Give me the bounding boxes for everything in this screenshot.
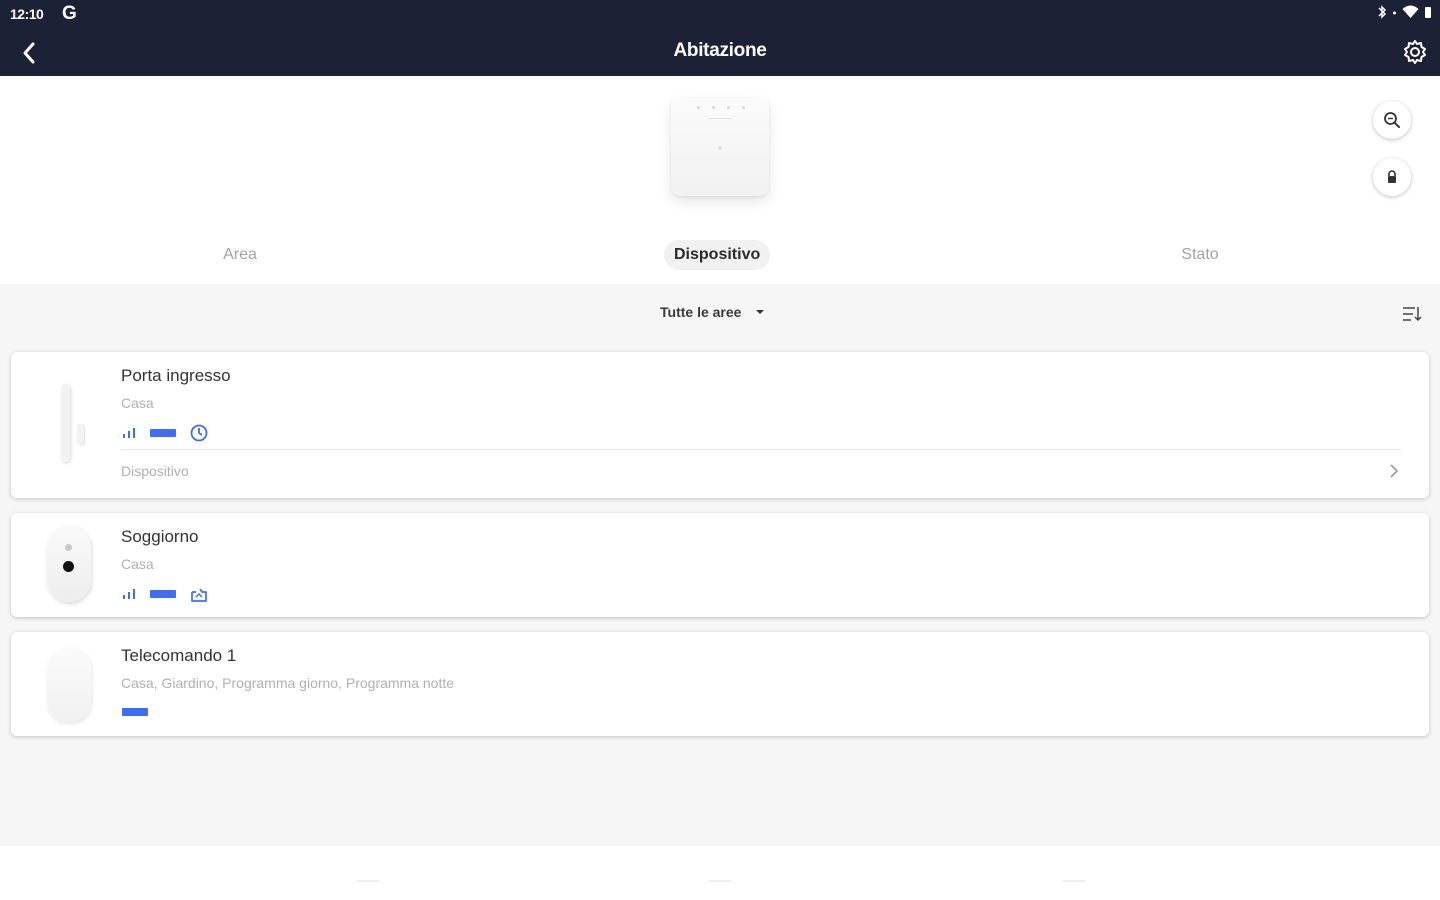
device-card[interactable]: Porta ingresso Casa Dispositivo [11, 352, 1429, 498]
battery-level-icon [150, 590, 176, 598]
dropdown-arrow-icon [756, 310, 765, 314]
status-time: 12:10 [10, 6, 44, 22]
sort-list-icon [1403, 307, 1422, 322]
hub-header [0, 76, 1440, 226]
door-sensor-image [49, 384, 89, 464]
sync-dot-icon [1393, 11, 1396, 15]
device-areas: Casa, Giardino, Programma giorno, Progra… [121, 675, 455, 691]
device-type-link[interactable]: Dispositivo [121, 463, 189, 479]
delay-clock-icon [190, 424, 208, 442]
device-areas: Casa [121, 556, 154, 572]
area-filter-dropdown[interactable]: Tutte le aree [660, 304, 765, 320]
tab-stato[interactable]: Stato [1168, 240, 1232, 270]
hub-lock-icon [1388, 170, 1396, 183]
top-app-bar: 12:10 G Abitazione [0, 0, 1440, 76]
signal-strength-icon [123, 589, 135, 599]
device-name: Telecomando 1 [121, 646, 237, 665]
sort-button[interactable] [1400, 302, 1424, 326]
google-notification-icon: G [62, 3, 77, 24]
hub-indicator-dots [697, 106, 745, 109]
page-title: Abitazione [673, 40, 767, 61]
device-areas: Casa [121, 395, 154, 411]
device-card[interactable]: Telecomando 1 Casa, Giardino, Programma … [11, 632, 1429, 736]
wifi-icon [1402, 5, 1419, 18]
tab-bar: Area Dispositivo Stato [0, 226, 1440, 284]
gear-icon [1404, 40, 1426, 64]
area-filter-label: Tutte le aree [660, 304, 742, 320]
card-divider [121, 449, 1401, 450]
signal-strength-icon [123, 428, 135, 438]
battery-level-icon [122, 708, 148, 716]
device-status-icons [121, 706, 149, 718]
battery-icon [1425, 7, 1431, 18]
device-name: Porta ingresso [121, 366, 231, 385]
remote-control-image [47, 648, 91, 722]
tab-area[interactable]: Area [210, 240, 270, 270]
hub-line [709, 118, 731, 119]
device-status-icons [121, 423, 209, 443]
hub-led [718, 146, 722, 150]
bluetooth-icon [1378, 5, 1387, 19]
zoom-search-icon [1384, 112, 1400, 128]
photo-on-demand-icon [191, 588, 207, 602]
tab-dispositivo[interactable]: Dispositivo [664, 240, 771, 270]
device-name: Soggiorno [121, 527, 199, 546]
battery-level-icon [150, 429, 176, 437]
device-card[interactable]: Soggiorno Casa [11, 513, 1429, 617]
chevron-right-icon [1390, 464, 1399, 478]
motion-camera-image [47, 526, 91, 602]
bottom-bar [0, 846, 1440, 900]
hub-device-image [671, 98, 769, 196]
device-status-icons [121, 584, 209, 604]
device-list-area: Tutte le aree Porta ingresso Casa Dispos… [0, 284, 1440, 846]
hub-lock-button[interactable] [1373, 158, 1411, 196]
status-icons [1377, 5, 1432, 19]
search-device-button[interactable] [1373, 101, 1411, 139]
settings-button[interactable] [1400, 37, 1430, 67]
